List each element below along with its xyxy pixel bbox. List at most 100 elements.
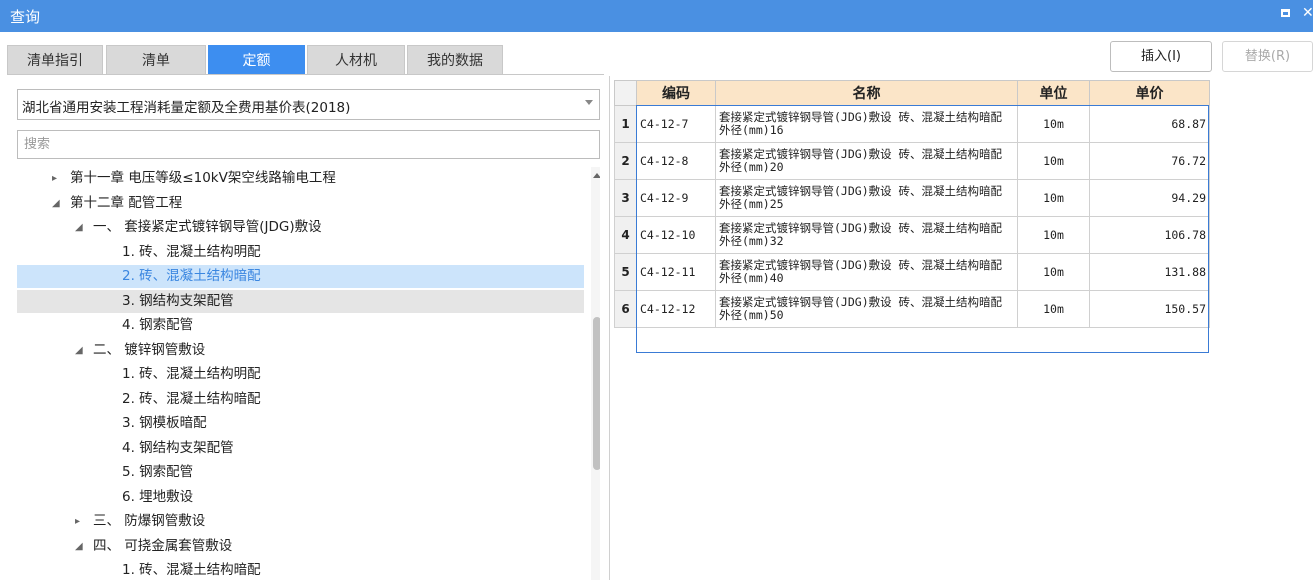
price-cell[interactable]: 76.72 — [1089, 142, 1210, 180]
table-header-row: 编码 名称 单位 单价 — [614, 80, 1210, 106]
tree-item-label: 四、 可挠金属套管敷设 — [93, 537, 233, 554]
collapse-icon[interactable]: ◢ — [75, 535, 83, 558]
row-number[interactable]: 1 — [614, 105, 637, 143]
tree-item[interactable]: ◢ 第十二章 配管工程 — [17, 192, 584, 215]
left-panel: 湖北省通用安装工程消耗量定额及全费用基价表(2018) ▸ 第十一章 电压等级≤1… — [13, 80, 604, 580]
tree-item[interactable]: 4. 钢索配管 — [17, 314, 584, 337]
quota-library-select[interactable]: 湖北省通用安装工程消耗量定额及全费用基价表(2018) — [17, 89, 600, 120]
unit-cell[interactable]: 10m — [1017, 105, 1090, 143]
tree-item-label: 一、 套接紧定式镀锌钢导管(JDG)敷设 — [93, 219, 322, 235]
unit-cell[interactable]: 10m — [1017, 216, 1090, 254]
price-cell[interactable]: 106.78 — [1089, 216, 1210, 254]
corner-cell — [614, 80, 637, 106]
price-cell[interactable]: 150.57 — [1089, 290, 1210, 328]
row-number[interactable]: 5 — [614, 253, 637, 291]
panel-divider[interactable] — [609, 76, 610, 580]
price-cell[interactable]: 131.88 — [1089, 253, 1210, 291]
price-cell[interactable]: 68.87 — [1089, 105, 1210, 143]
tab-list[interactable]: 清单 — [106, 45, 206, 75]
maximize-icon[interactable] — [1281, 9, 1290, 17]
tree-item-label: 第十一章 电压等级≤10kV架空线路输电工程 — [70, 170, 336, 186]
tab-labor-material-machine[interactable]: 人材机 — [307, 45, 405, 75]
table-row[interactable]: 3 C4-12-9 套接紧定式镀锌钢导管(JDG)敷设 砖、混凝土结构暗配 外径(m… — [614, 179, 1210, 217]
table-row[interactable]: 2 C4-12-8 套接紧定式镀锌钢导管(JDG)敷设 砖、混凝土结构暗配 外径(m… — [614, 142, 1210, 180]
tree-item[interactable]: ◢ 四、 可挠金属套管敷设 — [17, 535, 584, 558]
header-unit[interactable]: 单位 — [1017, 80, 1090, 106]
quota-tree: ▸ 第十一章 电压等级≤10kV架空线路输电工程 ◢ 第十二章 配管工程 ◢ 一、 套接紧… — [17, 167, 600, 580]
expand-icon[interactable]: ▸ — [75, 510, 80, 533]
collapse-icon[interactable]: ◢ — [75, 339, 83, 362]
replace-button[interactable]: 替换(R) — [1222, 41, 1313, 72]
tree-item[interactable]: 3. 钢模板暗配 — [17, 412, 584, 435]
table-row[interactable]: 5 C4-12-11 套接紧定式镀锌钢导管(JDG)敷设 砖、混凝土结构暗配 外径(… — [614, 253, 1210, 291]
tree-item[interactable]: 2. 砖、混凝土结构暗配 — [17, 388, 584, 411]
row-number[interactable]: 6 — [614, 290, 637, 328]
name-cell[interactable]: 套接紧定式镀锌钢导管(JDG)敷设 砖、混凝土结构暗配 外径(mm)25 — [715, 179, 1018, 217]
tree-item[interactable]: 5. 钢索配管 — [17, 461, 584, 484]
tree-item-label: 1. 砖、混凝土结构明配 — [122, 243, 261, 260]
tree-item[interactable]: ◢ 一、 套接紧定式镀锌钢导管(JDG)敷设 — [17, 216, 584, 239]
tree-item-label: 2. 砖、混凝土结构暗配 — [122, 268, 261, 284]
tree-item-label: 3. 钢结构支架配管 — [122, 292, 234, 309]
header-price[interactable]: 单价 — [1089, 80, 1210, 106]
row-number[interactable]: 4 — [614, 216, 637, 254]
close-icon[interactable]: ✕ — [1302, 5, 1313, 21]
collapse-icon[interactable]: ◢ — [75, 216, 83, 239]
window-title: 查询 — [10, 8, 41, 26]
code-cell[interactable]: C4-12-12 — [636, 290, 716, 328]
unit-cell[interactable]: 10m — [1017, 253, 1090, 291]
row-number[interactable]: 3 — [614, 179, 637, 217]
tree-item[interactable]: 1. 砖、混凝土结构暗配 — [17, 559, 584, 580]
code-cell[interactable]: C4-12-11 — [636, 253, 716, 291]
tab-list-guide[interactable]: 清单指引 — [7, 45, 103, 75]
table-row[interactable]: 4 C4-12-10 套接紧定式镀锌钢导管(JDG)敷设 砖、混凝土结构暗配 外径(… — [614, 216, 1210, 254]
tree-item-label: 4. 钢结构支架配管 — [122, 439, 234, 456]
code-cell[interactable]: C4-12-7 — [636, 105, 716, 143]
tab-underline — [7, 74, 604, 75]
tree-item-label: 5. 钢索配管 — [122, 464, 194, 480]
tree-item[interactable]: ▸ 三、 防爆钢管敷设 — [17, 510, 584, 533]
unit-cell[interactable]: 10m — [1017, 290, 1090, 328]
price-cell[interactable]: 94.29 — [1089, 179, 1210, 217]
tree-item[interactable]: 4. 钢结构支架配管 — [17, 437, 584, 460]
tree-item[interactable]: 2. 砖、混凝土结构暗配 — [17, 265, 584, 288]
tree-item[interactable]: ▸ 第十一章 电压等级≤10kV架空线路输电工程 — [17, 167, 584, 190]
quota-table: 编码 名称 单位 单价 1 C4-12-7 套接紧定式镀锌钢导管(JDG)敷设 砖、… — [614, 80, 1210, 328]
tree-item[interactable]: 1. 砖、混凝土结构明配 — [17, 363, 584, 386]
header-name[interactable]: 名称 — [715, 80, 1018, 106]
name-cell[interactable]: 套接紧定式镀锌钢导管(JDG)敷设 砖、混凝土结构暗配 外径(mm)50 — [715, 290, 1018, 328]
tree-item-label: 第十二章 配管工程 — [70, 194, 183, 211]
name-cell[interactable]: 套接紧定式镀锌钢导管(JDG)敷设 砖、混凝土结构暗配 外径(mm)32 — [715, 216, 1018, 254]
tab-quota[interactable]: 定额 — [208, 45, 305, 75]
code-cell[interactable]: C4-12-8 — [636, 142, 716, 180]
unit-cell[interactable]: 10m — [1017, 179, 1090, 217]
tree-item[interactable]: 1. 砖、混凝土结构明配 — [17, 241, 584, 264]
tree-item[interactable]: 3. 钢结构支架配管 — [17, 289, 584, 313]
search-input[interactable] — [17, 130, 600, 159]
tree-item-label: 二、 镀锌钢管敷设 — [93, 341, 206, 358]
expand-icon[interactable]: ▸ — [52, 167, 57, 190]
code-cell[interactable]: C4-12-9 — [636, 179, 716, 217]
scroll-thumb[interactable] — [593, 317, 600, 470]
name-cell[interactable]: 套接紧定式镀锌钢导管(JDG)敷设 砖、混凝土结构暗配 外径(mm)16 — [715, 105, 1018, 143]
row-number[interactable]: 2 — [614, 142, 637, 180]
name-cell[interactable]: 套接紧定式镀锌钢导管(JDG)敷设 砖、混凝土结构暗配 外径(mm)40 — [715, 253, 1018, 291]
tree-item-label: 3. 钢模板暗配 — [122, 415, 207, 431]
unit-cell[interactable]: 10m — [1017, 142, 1090, 180]
quota-library-value: 湖北省通用安装工程消耗量定额及全费用基价表(2018) — [22, 100, 351, 116]
name-cell[interactable]: 套接紧定式镀锌钢导管(JDG)敷设 砖、混凝土结构暗配 外径(mm)20 — [715, 142, 1018, 180]
tree-item[interactable]: 6. 埋地敷设 — [17, 486, 584, 509]
title-bar: 查询 ✕ — [0, 0, 1313, 32]
table-row[interactable]: 6 C4-12-12 套接紧定式镀锌钢导管(JDG)敷设 砖、混凝土结构暗配 外径(… — [614, 290, 1210, 328]
insert-button[interactable]: 插入(I) — [1110, 41, 1212, 72]
chevron-down-icon[interactable] — [585, 100, 593, 105]
collapse-icon[interactable]: ◢ — [52, 192, 60, 215]
header-code[interactable]: 编码 — [636, 80, 716, 106]
tree-item[interactable]: ◢ 二、 镀锌钢管敷设 — [17, 339, 584, 362]
tree-item-label: 4. 钢索配管 — [122, 317, 194, 333]
scroll-up-icon[interactable] — [593, 173, 600, 178]
table-row[interactable]: 1 C4-12-7 套接紧定式镀锌钢导管(JDG)敷设 砖、混凝土结构暗配 外径(m… — [614, 105, 1210, 143]
tab-my-data[interactable]: 我的数据 — [407, 45, 503, 75]
tree-scrollbar[interactable] — [591, 167, 600, 580]
code-cell[interactable]: C4-12-10 — [636, 216, 716, 254]
